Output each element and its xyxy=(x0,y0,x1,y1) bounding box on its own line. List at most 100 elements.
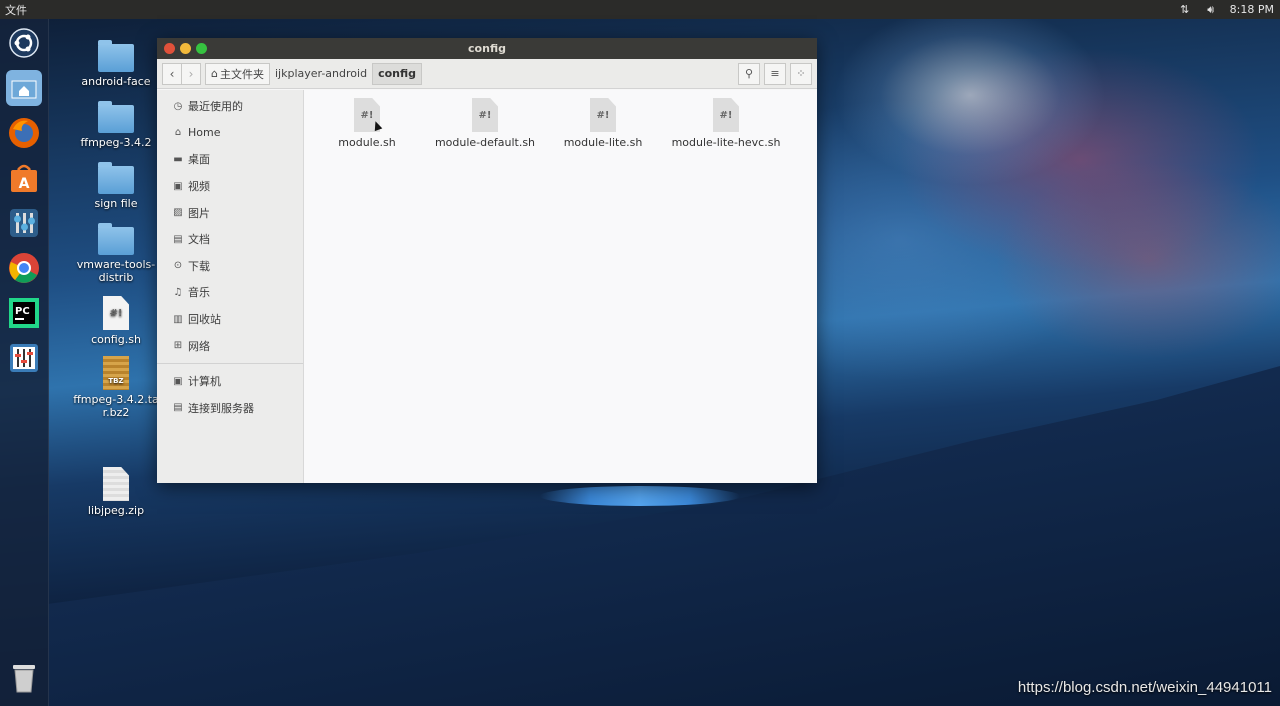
files-launcher-button[interactable] xyxy=(6,70,42,106)
network-icon[interactable]: ⇅ xyxy=(1178,3,1192,17)
server-icon: ▤ xyxy=(173,402,183,414)
breadcrumb-label: 主文件夹 xyxy=(219,67,264,81)
search-button[interactable]: ⚲ xyxy=(738,62,760,85)
breadcrumb-ijkplayer[interactable]: ijkplayer-android xyxy=(270,64,372,84)
sidebar-item-label: 视频 xyxy=(188,180,210,194)
launcher: A PC xyxy=(0,19,49,706)
firefox-icon xyxy=(9,118,39,148)
svg-text:PC: PC xyxy=(15,306,30,317)
desktop-item-android-face[interactable]: android-face xyxy=(76,40,156,88)
desktop-item-sign-file[interactable]: sign file xyxy=(76,162,156,210)
sidebar-item-label: 文档 xyxy=(188,233,210,247)
settings-launcher-button[interactable] xyxy=(6,205,42,241)
download-icon: ⊙ xyxy=(173,260,183,272)
sidebar-item-videos[interactable]: ▣ 视频 xyxy=(157,173,303,200)
top-panel: 文件 ⇅ 🔊︎ 8:18 PM xyxy=(0,0,1280,19)
sidebar-item-documents[interactable]: ▤ 文档 xyxy=(157,226,303,253)
sidebar-item-connect-server[interactable]: ▤ 连接到服务器 xyxy=(157,395,303,422)
sidebar-item-label: 桌面 xyxy=(188,153,210,167)
sidebar-item-home[interactable]: ⌂ Home xyxy=(157,120,303,147)
sidebar-item-computer[interactable]: ▣ 计算机 xyxy=(157,368,303,395)
sidebar-item-network[interactable]: ⊞ 网络 xyxy=(157,332,303,359)
desktop-item-config-sh[interactable]: #! config.sh xyxy=(76,296,156,346)
trash-launcher-button[interactable] xyxy=(6,660,42,696)
desktop-item-vmware-tools[interactable]: vmware-tools-distrib xyxy=(76,223,156,284)
close-button[interactable] xyxy=(164,43,175,54)
desktop-item-libjpeg-zip[interactable]: libjpeg.zip xyxy=(76,467,156,517)
file-item-module-default-sh[interactable]: #! module-default.sh xyxy=(430,98,540,149)
sidebar-item-label: 网络 xyxy=(188,339,210,353)
sidebar-item-music[interactable]: ♫ 音乐 xyxy=(157,279,303,306)
sidebar-item-label: 音乐 xyxy=(188,286,210,300)
mixer-launcher-button[interactable] xyxy=(6,340,42,376)
file-item-module-sh[interactable]: #! module.sh xyxy=(312,98,422,149)
pycharm-launcher-button[interactable]: PC xyxy=(6,295,42,331)
sidebar-item-label: 回收站 xyxy=(188,313,221,327)
network-icon: ⊞ xyxy=(173,340,183,352)
breadcrumb-home[interactable]: ⌂ 主文件夹 xyxy=(205,62,270,85)
desktop-item-label: sign file xyxy=(94,197,138,210)
minimize-button[interactable] xyxy=(180,43,191,54)
grid-view-button[interactable]: ⁘ xyxy=(790,62,812,85)
wallpaper-lake xyxy=(540,486,740,506)
sidebar-item-label: 最近使用的 xyxy=(188,100,243,114)
desktop-item-label: vmware-tools-distrib xyxy=(76,258,156,284)
breadcrumb-config[interactable]: config xyxy=(372,62,422,85)
app-menu-file[interactable]: 文件 xyxy=(0,2,27,18)
home-icon: ⌂ xyxy=(211,67,218,80)
desktop-item-ffmpeg-archive[interactable]: TBZ ffmpeg-3.4.2.tar.bz2 xyxy=(70,356,162,419)
firefox-launcher-button[interactable] xyxy=(6,115,42,151)
chrome-icon xyxy=(9,253,39,283)
file-item-module-lite-sh[interactable]: #! module-lite.sh xyxy=(548,98,658,149)
clock-icon: ◷ xyxy=(173,100,183,112)
home-icon: ⌂ xyxy=(174,127,182,139)
clock[interactable]: 8:18 PM xyxy=(1230,3,1274,16)
trash-icon: ▥ xyxy=(173,313,183,325)
toolbar: ‹ › ⌂ 主文件夹 ijkplayer-android config ⚲ ≡ … xyxy=(157,59,817,89)
sidebar-item-trash[interactable]: ▥ 回收站 xyxy=(157,306,303,333)
pycharm-icon: PC xyxy=(9,298,39,328)
list-view-button[interactable]: ≡ xyxy=(764,62,786,85)
ubuntu-dash-button[interactable] xyxy=(6,25,42,61)
file-name: module-lite-hevc.sh xyxy=(671,136,781,149)
file-name: module-default.sh xyxy=(434,136,536,149)
maximize-button[interactable] xyxy=(196,43,207,54)
sidebar-item-downloads[interactable]: ⊙ 下载 xyxy=(157,253,303,280)
settings-icon xyxy=(10,209,38,237)
svg-text:A: A xyxy=(19,176,30,192)
window-titlebar[interactable]: config xyxy=(157,38,817,59)
file-view[interactable]: #! module.sh #! module-default.sh #! mod… xyxy=(304,90,817,483)
sidebar-item-recent[interactable]: ◷ 最近使用的 xyxy=(157,93,303,120)
breadcrumb-label: ijkplayer-android xyxy=(274,67,368,80)
software-center-button[interactable]: A xyxy=(6,160,42,196)
zip-file-icon xyxy=(103,467,129,501)
home-folder-icon xyxy=(11,80,37,99)
file-name: module-lite.sh xyxy=(563,136,643,149)
image-icon: ▨ xyxy=(173,207,183,219)
ubuntu-logo-icon xyxy=(9,28,39,58)
chevron-right-icon: › xyxy=(188,66,194,81)
watermark: https://blog.csdn.net/weixin_44941011 xyxy=(1017,679,1272,696)
sidebar-item-desktop[interactable]: ▬ 桌面 xyxy=(157,146,303,173)
script-file-icon: #! xyxy=(103,296,129,330)
sidebar-item-pictures[interactable]: ▨ 图片 xyxy=(157,199,303,226)
sidebar-item-label: 图片 xyxy=(188,206,210,220)
file-item-module-lite-hevc-sh[interactable]: #! module-lite-hevc.sh xyxy=(666,98,786,149)
sidebar: ◷ 最近使用的 ⌂ Home ▬ 桌面 ▣ 视频 ▨ 图片 ▤ 文档 ⊙ 下载 ♫ 音乐 ▥ 回收… xyxy=(157,90,304,483)
forward-button[interactable]: › xyxy=(182,62,201,85)
search-icon: ⚲ xyxy=(744,67,754,80)
trash-icon xyxy=(13,665,35,693)
file-manager-window: config ‹ › ⌂ 主文件夹 ijkplayer-android conf… xyxy=(157,38,817,483)
script-file-icon: #! xyxy=(472,98,498,132)
folder-icon xyxy=(98,101,134,133)
sidebar-item-label: 连接到服务器 xyxy=(188,401,254,415)
script-file-icon: #! xyxy=(713,98,739,132)
mixer-icon xyxy=(10,344,38,372)
chrome-launcher-button[interactable] xyxy=(6,250,42,286)
music-icon: ♫ xyxy=(173,286,183,298)
desktop-item-ffmpeg-folder[interactable]: ffmpeg-3.4.2 xyxy=(76,101,156,149)
volume-icon[interactable]: 🔊︎ xyxy=(1204,3,1218,17)
back-button[interactable]: ‹ xyxy=(162,62,182,85)
desktop-item-label: android-face xyxy=(81,75,151,88)
file-name: module.sh xyxy=(338,136,396,149)
